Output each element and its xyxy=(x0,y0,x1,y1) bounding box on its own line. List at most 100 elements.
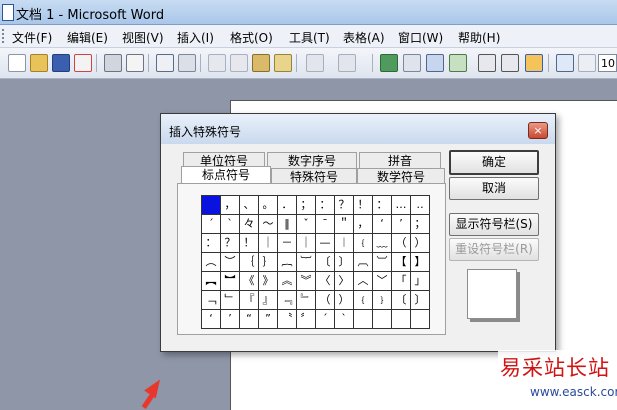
symbol-cell[interactable]: … xyxy=(391,195,411,215)
symbol-cell[interactable]: 「 xyxy=(391,271,411,291)
symbol-cell[interactable]: 〕 xyxy=(410,290,430,310)
symbol-cell[interactable]: ˊ xyxy=(315,309,335,329)
insert-excel-icon[interactable] xyxy=(449,54,467,72)
symbol-cell[interactable]: ˊ xyxy=(201,214,221,234)
symbol-cell[interactable]: ” xyxy=(258,309,278,329)
redo-icon[interactable] xyxy=(338,54,356,72)
show-symbol-bar-button[interactable]: 显示符号栏(S) xyxy=(449,213,539,236)
symbol-cell[interactable]: ‖ xyxy=(277,214,297,234)
symbol-cell[interactable]: 〔 xyxy=(315,252,335,272)
symbol-cell[interactable]: 。 xyxy=(258,195,278,215)
symbol-cell[interactable]: ˋ xyxy=(220,214,240,234)
tab-punctuation[interactable]: 标点符号 xyxy=(181,166,271,184)
symbol-cell[interactable]: “ xyxy=(239,309,259,329)
symbol-cell[interactable]: ‘ xyxy=(201,309,221,329)
zoom-input[interactable]: 10 xyxy=(598,54,617,72)
symbol-cell[interactable]: 》 xyxy=(258,271,278,291)
research-icon[interactable] xyxy=(178,54,196,72)
symbol-cell[interactable]: ， xyxy=(220,195,240,215)
document-map-icon[interactable] xyxy=(525,54,543,72)
symbol-cell[interactable]: 【 xyxy=(391,252,411,272)
symbol-cell[interactable]: ？ xyxy=(220,233,240,253)
format-painter-icon[interactable] xyxy=(274,54,292,72)
symbol-cell[interactable]: 々 xyxy=(239,214,259,234)
symbol-cell[interactable]: ︼ xyxy=(220,271,240,291)
symbol-cell[interactable]: ¯ xyxy=(315,214,335,234)
symbol-cell[interactable]: ！ xyxy=(353,195,373,215)
symbol-cell[interactable]: ： xyxy=(201,233,221,253)
close-button[interactable]: × xyxy=(528,122,548,139)
symbol-cell[interactable]: ‘ xyxy=(372,214,392,234)
symbol-cell[interactable]: ˇ xyxy=(296,214,316,234)
drawing-icon[interactable] xyxy=(501,54,519,72)
menu-help[interactable]: 帮助(H) xyxy=(458,29,500,46)
symbol-cell[interactable]: 〉 xyxy=(334,271,354,291)
print-preview-icon[interactable] xyxy=(126,54,144,72)
new-document-icon[interactable] xyxy=(8,54,26,72)
symbol-cell[interactable]: ） xyxy=(410,233,430,253)
menu-format[interactable]: 格式(O) xyxy=(230,29,273,46)
symbol-cell[interactable]: ｜ xyxy=(258,233,278,253)
save-icon[interactable] xyxy=(52,54,70,72)
symbol-cell[interactable]: ﹄ xyxy=(296,290,316,310)
symbol-cell[interactable]: ︿ xyxy=(353,271,373,291)
symbol-cell[interactable]: ！ xyxy=(239,233,259,253)
symbol-cell[interactable]: ︸ xyxy=(296,252,316,272)
symbol-cell[interactable]: ‥ xyxy=(410,195,430,215)
menu-insert[interactable]: 插入(I) xyxy=(177,29,214,46)
symbol-cell[interactable]: ︽ xyxy=(277,271,297,291)
symbol-cell[interactable]: ︶ xyxy=(220,252,240,272)
symbol-cell[interactable]: 『 xyxy=(239,290,259,310)
symbol-cell[interactable]: ﹜ xyxy=(372,290,392,310)
symbol-cell[interactable]: ﹁ xyxy=(201,290,221,310)
paste-icon[interactable] xyxy=(252,54,270,72)
show-hide-icon[interactable] xyxy=(556,54,574,72)
symbol-cell[interactable]: ﹃ xyxy=(277,290,297,310)
symbol-cell[interactable]: ︻ xyxy=(201,271,221,291)
print-icon[interactable] xyxy=(104,54,122,72)
symbol-cell[interactable]: 〔 xyxy=(391,290,411,310)
menu-file[interactable]: 文件(F) xyxy=(12,29,52,46)
symbol-cell[interactable]: ～ xyxy=(258,214,278,234)
symbol-cell[interactable]: ： xyxy=(372,195,392,215)
menu-grip[interactable] xyxy=(2,29,7,43)
symbol-cell[interactable]: ｝ xyxy=(258,252,278,272)
symbol-cell[interactable] xyxy=(410,309,430,329)
symbol-cell[interactable]: － xyxy=(277,233,297,253)
menu-edit[interactable]: 编辑(E) xyxy=(67,29,108,46)
ok-button[interactable]: 确定 xyxy=(449,150,539,175)
symbol-cell[interactable] xyxy=(372,309,392,329)
symbol-cell[interactable]: ， xyxy=(353,214,373,234)
cancel-button[interactable]: 取消 xyxy=(449,177,539,200)
symbol-cell[interactable]: （ xyxy=(315,290,335,310)
symbol-cell[interactable]: （ xyxy=(391,233,411,253)
symbol-cell[interactable]: ） xyxy=(334,290,354,310)
symbol-cell[interactable]: 』 xyxy=(258,290,278,310)
reading-icon[interactable] xyxy=(578,54,596,72)
symbol-cell[interactable]: — xyxy=(315,233,335,253)
symbol-cell[interactable]: ： xyxy=(315,195,335,215)
symbol-cell[interactable]: ︹ xyxy=(353,252,373,272)
dialog-title-bar[interactable]: 插入特殊符号 × xyxy=(161,114,555,144)
word-app-icon[interactable] xyxy=(2,4,14,21)
symbol-cell[interactable]: 】 xyxy=(410,252,430,272)
symbol-cell[interactable]: ’ xyxy=(220,309,240,329)
columns-icon[interactable] xyxy=(478,54,496,72)
symbol-cell[interactable]: 〞 xyxy=(296,309,316,329)
symbol-cell[interactable]: ︵ xyxy=(201,252,221,272)
symbol-cell[interactable] xyxy=(391,309,411,329)
symbol-cell[interactable]: 〕 xyxy=(334,252,354,272)
tables-borders-icon[interactable] xyxy=(403,54,421,72)
symbol-cell[interactable]: ； xyxy=(296,195,316,215)
spelling-icon[interactable] xyxy=(156,54,174,72)
symbol-cell[interactable]: 、 xyxy=(239,195,259,215)
symbol-cell[interactable]: ︺ xyxy=(372,252,392,272)
symbol-cell[interactable]: ｜ xyxy=(296,233,316,253)
symbol-cell[interactable] xyxy=(201,195,221,215)
symbol-cell[interactable]: 」 xyxy=(410,271,430,291)
symbol-cell[interactable] xyxy=(353,309,373,329)
menu-table[interactable]: 表格(A) xyxy=(343,29,385,46)
symbol-cell[interactable]: ﹂ xyxy=(220,290,240,310)
symbol-cell[interactable]: ； xyxy=(410,214,430,234)
symbol-cell[interactable]: ． xyxy=(277,195,297,215)
